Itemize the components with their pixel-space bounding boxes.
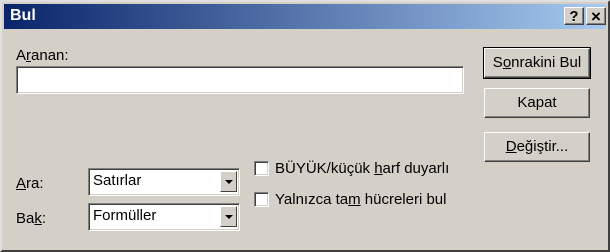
search-order-value: Satırlar: [93, 172, 142, 189]
look-in-value: Formüller: [93, 207, 157, 224]
find-dialog: Bul ? × Aranan: Sonrakini Bul Kapat Deği…: [0, 0, 610, 252]
close-window-button[interactable]: ×: [586, 7, 606, 26]
match-case-checkbox[interactable]: [254, 161, 269, 176]
whole-cells-checkbox[interactable]: [254, 192, 269, 207]
look-in-select[interactable]: Formüller: [88, 203, 240, 231]
find-next-button[interactable]: Sonrakini Bul: [483, 47, 591, 79]
search-label: Aranan:: [16, 47, 69, 64]
search-order-select[interactable]: Satırlar: [88, 168, 240, 196]
help-button[interactable]: ?: [564, 7, 584, 25]
chevron-down-icon[interactable]: [220, 171, 237, 192]
chevron-down-icon[interactable]: [220, 206, 237, 227]
search-order-label: Ara:: [16, 175, 44, 192]
replace-button[interactable]: Değiştir...: [484, 132, 590, 162]
whole-cells-label: Yalnızca tam hücreleri bul: [275, 191, 447, 208]
window-title: Bul: [10, 7, 36, 24]
close-button[interactable]: Kapat: [484, 88, 590, 118]
match-case-label: BÜYÜK/küçük harf duyarlı: [275, 160, 450, 177]
search-input[interactable]: [16, 66, 464, 94]
title-bar[interactable]: Bul ? ×: [4, 4, 606, 29]
look-in-label: Bak:: [16, 210, 47, 227]
